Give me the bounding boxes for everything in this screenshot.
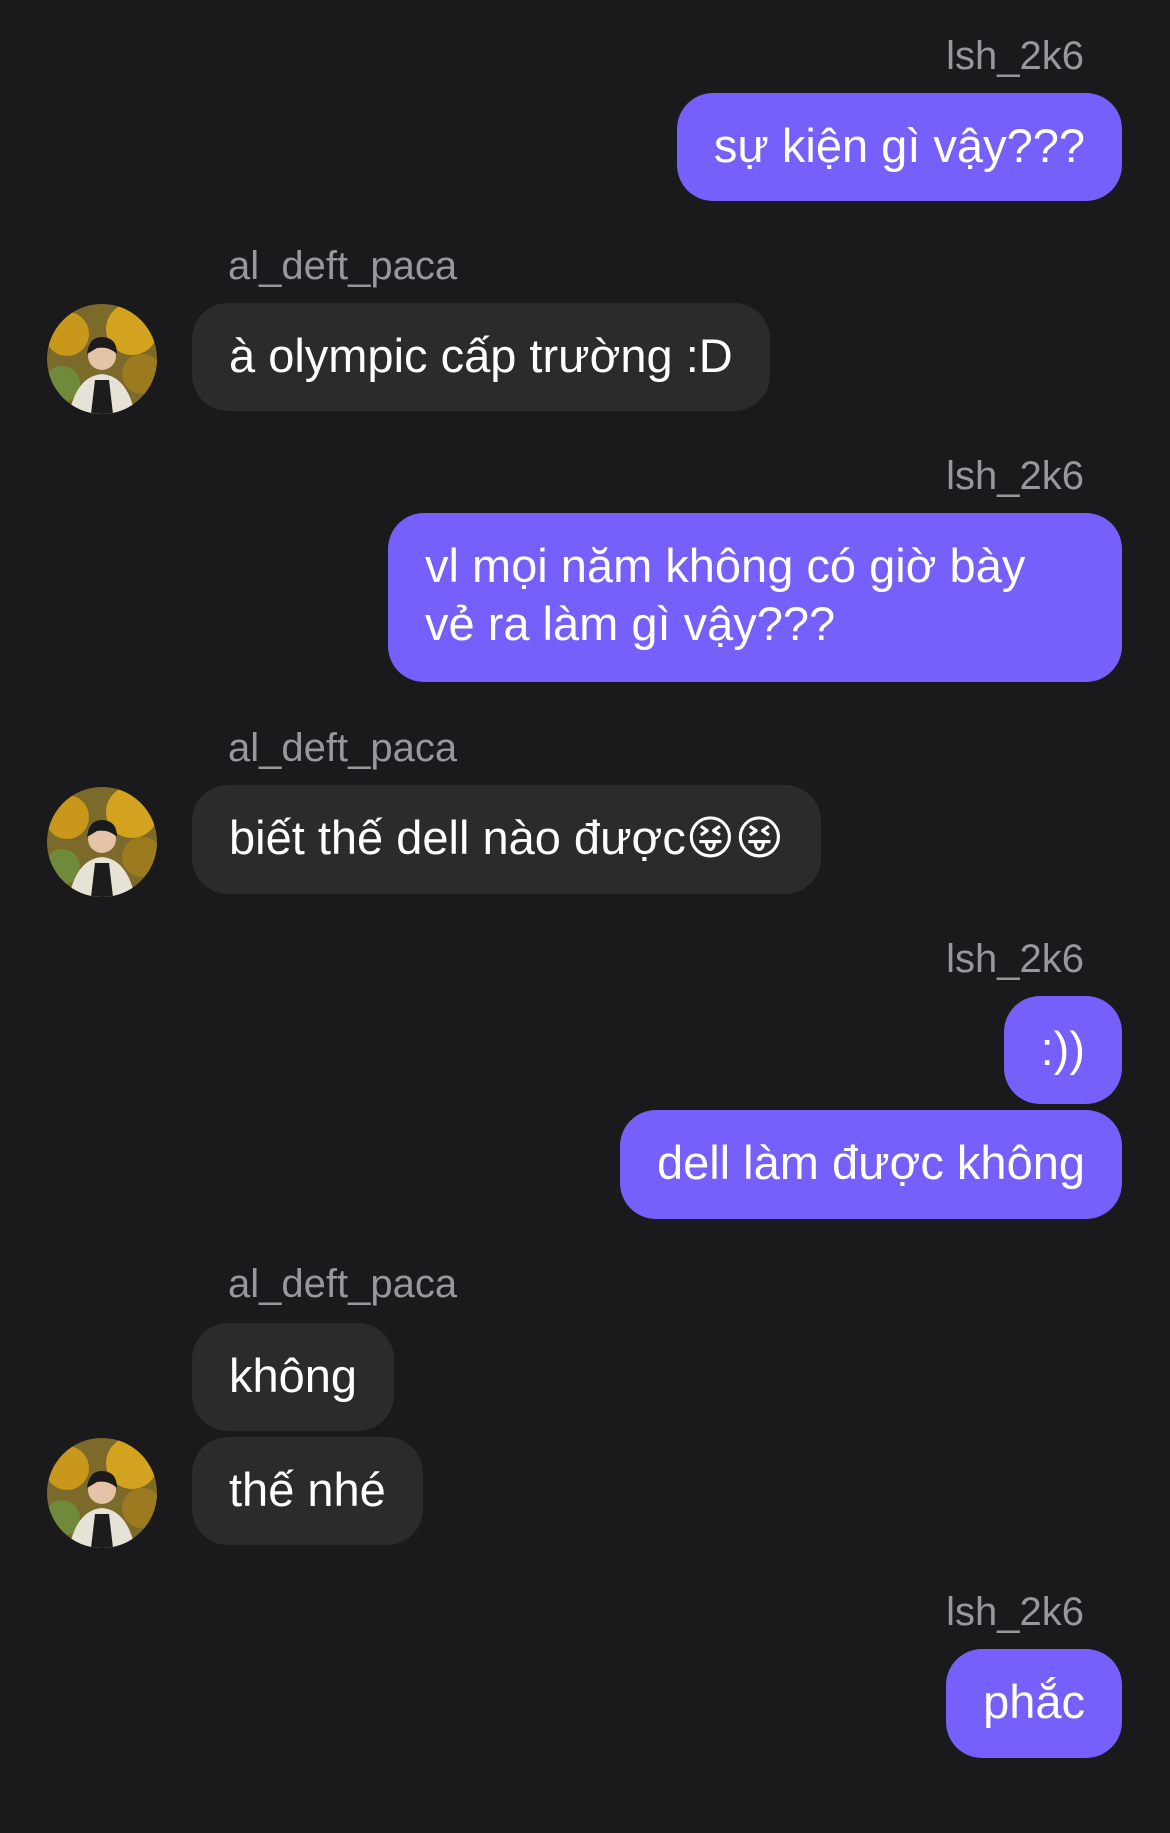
avatar[interactable]	[47, 1438, 157, 1548]
user-photo-icon	[47, 304, 157, 414]
sender-name: al_deft_paca	[228, 244, 458, 288]
sender-name: lsh_2k6	[946, 34, 1084, 78]
avatar[interactable]	[47, 787, 157, 897]
sender-name: lsh_2k6	[946, 1590, 1084, 1634]
incoming-message[interactable]: thế nhé	[192, 1437, 423, 1545]
sender-name: lsh_2k6	[946, 937, 1084, 981]
outgoing-message[interactable]: vl mọi năm không có giờ bày vẻ ra làm gì…	[388, 513, 1122, 682]
incoming-message[interactable]: không	[192, 1323, 395, 1431]
user-photo-icon	[47, 787, 157, 897]
sender-name: al_deft_paca	[228, 726, 458, 770]
outgoing-message[interactable]: :))	[1003, 996, 1122, 1104]
avatar[interactable]	[47, 304, 157, 414]
outgoing-message[interactable]: sự kiện gì vậy???	[676, 93, 1122, 201]
user-photo-icon	[47, 1438, 157, 1548]
sender-name: al_deft_paca	[228, 1262, 458, 1306]
outgoing-message[interactable]: dell làm được không	[619, 1110, 1122, 1219]
incoming-message[interactable]: biết thế dell nào được😝😝	[192, 785, 821, 894]
sender-name: lsh_2k6	[946, 454, 1084, 498]
outgoing-message[interactable]: phắc	[946, 1649, 1122, 1758]
incoming-message[interactable]: à olympic cấp trường :D	[192, 303, 770, 411]
